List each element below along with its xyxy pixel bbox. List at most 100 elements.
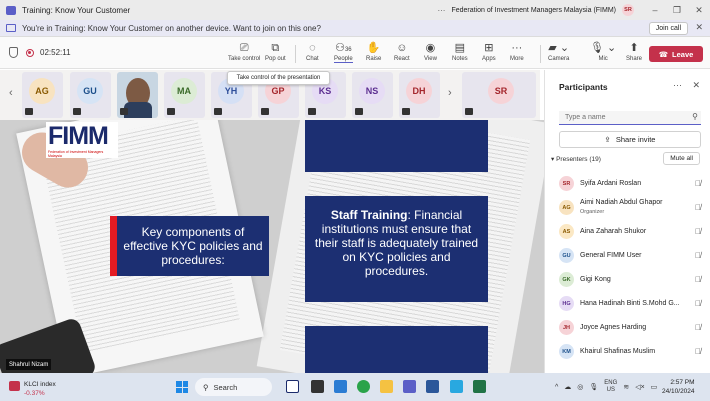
photos-icon[interactable] [450,380,463,393]
take-control-button[interactable]: ⎚ Take control [228,41,260,67]
mic-off-icon [25,108,33,115]
mic-off-icon: 🎙̸ [695,323,701,332]
user-avatar[interactable]: SR [622,4,634,16]
mute-all-button[interactable]: Mute all [663,152,700,165]
strip-next-icon[interactable]: › [448,87,452,99]
react-button[interactable]: ☺ React [394,41,410,67]
participant-row[interactable]: GU General FIMM User 🎙̸ [559,245,705,267]
word-icon[interactable] [426,380,439,393]
mic-off-icon [465,108,473,115]
share-button[interactable]: ⬆ Share [626,41,642,67]
slide-staff-training-box: Staff Training: Financial institutions m… [305,196,488,302]
battery-icon[interactable]: ▭ [651,383,658,391]
participant-row[interactable]: JH Joyce Agnes Harding 🎙̸ [559,317,705,339]
dismiss-banner-icon[interactable]: ✕ [695,22,703,33]
toolbar-divider [295,45,296,63]
close-window-icon[interactable]: ✕ [688,5,710,16]
notes-button[interactable]: ▤ Notes [452,41,468,67]
presenter-name-label: Shahrul Nizam [6,359,52,370]
chat-icon: ◌ [309,42,316,54]
participant-tile[interactable]: DH [399,72,440,118]
restore-icon[interactable]: ❐ [666,5,688,16]
taskbar-clock[interactable]: 2:57 PM 24/10/2024 [662,378,695,396]
participant-tile[interactable]: GU [70,72,111,118]
participant-tile[interactable]: AG [22,72,63,118]
people-icon: ⚇36 [335,42,352,54]
mic-off-icon [308,108,316,115]
join-call-button[interactable]: Join call [648,22,688,35]
participant-row[interactable]: HG Hana Hadinah Binti S.Mohd G... 🎙̸ [559,293,705,315]
share-invite-button[interactable]: ⇪ Share invite [559,131,701,148]
mic-off-icon [261,108,269,115]
teams-icon[interactable] [403,380,416,393]
chevron-up-icon[interactable]: ^ [555,384,558,391]
participant-tile[interactable]: SR [462,72,536,118]
window-titlebar: Training: Know Your Customer ··· Federat… [0,0,710,20]
participant-tile[interactable]: NS [352,72,393,118]
participant-row[interactable]: GK Gigi Kong 🎙̸ [559,269,705,291]
task-view-icon[interactable] [311,380,324,393]
windows-taskbar: KLCI index -0.37% ⚲ Search ^ ☁ ◎ 🎙 ENG US … [0,373,710,401]
participant-row[interactable]: AG Aimi Nadiah Abdul Ghapor Organizer 🎙̸ [559,197,705,219]
pop-out-button[interactable]: ⧉ Pop out [265,41,286,67]
outlook-icon[interactable] [334,380,347,393]
participant-row[interactable]: AS Aina Zaharah Shukor 🎙̸ [559,221,705,243]
mic-off-icon [402,108,410,115]
participant-row[interactable]: KM Khairul Shafinas Muslim 🎙̸ [559,341,705,363]
participant-tile[interactable]: MA [164,72,205,118]
windows-start-icon[interactable] [176,381,188,393]
view-button[interactable]: ◉ View [424,41,437,67]
recording-icon [26,49,34,57]
shield-icon [9,47,18,58]
chrome-tray-icon[interactable]: ◎ [577,383,583,391]
fimm-logo: FIMM Federation of Investment Managers M… [46,122,118,158]
mic-off-icon: 🎙̸ [695,347,701,356]
stock-icon [9,381,20,391]
mic-tray-icon[interactable]: 🎙 [589,383,598,391]
participants-panel: Participants ··· ✕ ⚲ ⇪Share invite ▾ Pre… [544,70,710,373]
stock-name: KLCI index [24,381,56,388]
leave-button[interactable]: ☎ Leave [649,46,703,62]
participant-row[interactable]: SR Syifa Ardani Roslan 🎙̸ [559,173,705,195]
search-icon: ⚲ [692,112,698,121]
stock-change: -0.37% [24,390,45,397]
mic-off-icon: 🎙 ⌄ [590,42,617,54]
participant-video-tile[interactable] [117,72,158,118]
more-button[interactable]: ··· More [510,41,524,67]
toolbar-divider [540,45,541,63]
minimize-icon[interactable]: – [644,5,666,15]
org-name: Federation of Investment Managers Malays… [451,6,616,14]
cloud-icon[interactable]: ☁ [564,383,571,391]
mic-button[interactable]: 🎙 ⌄ Mic [590,41,616,67]
more-options-icon[interactable]: ··· [437,6,445,15]
chat-button[interactable]: ◌ Chat [306,41,319,67]
camera-button[interactable]: ▰ ⌄ Camera [548,41,569,67]
device-icon [6,24,16,32]
mic-off-icon [355,108,363,115]
smile-icon: ☺ [396,42,408,54]
slide-top-bar [305,120,488,172]
phone-icon: ☎ [658,49,669,59]
wifi-icon[interactable]: ≋ [623,383,629,391]
meeting-timer: 02:52:11 [40,48,71,57]
file-explorer-icon[interactable] [380,380,393,393]
presenters-section-toggle[interactable]: ▾ Presenters (19) [551,155,601,163]
excel-icon[interactable] [473,380,486,393]
mic-off-icon [214,108,222,115]
mic-off-icon [167,108,175,115]
chrome-icon[interactable] [357,380,370,393]
participant-search-input[interactable] [559,111,701,125]
close-panel-icon[interactable]: ✕ [692,80,700,91]
taskbar-search[interactable]: ⚲ Search [195,378,272,396]
people-button[interactable]: ⚇36 People [334,41,353,67]
volume-icon[interactable]: ◁× [635,383,644,391]
language-indicator[interactable]: ENG US [604,380,617,394]
panel-more-icon[interactable]: ··· [673,80,682,90]
raise-hand-button[interactable]: ✋ Raise [366,41,381,67]
search-icon: ⚲ [203,382,209,392]
popout-icon: ⧉ [271,42,280,54]
apps-button[interactable]: ⊞ Apps [482,41,496,67]
strip-prev-icon[interactable]: ‹ [9,87,13,99]
camera-off-icon: ▰ ⌄ [548,42,570,54]
fimm-app-icon[interactable] [286,380,299,393]
